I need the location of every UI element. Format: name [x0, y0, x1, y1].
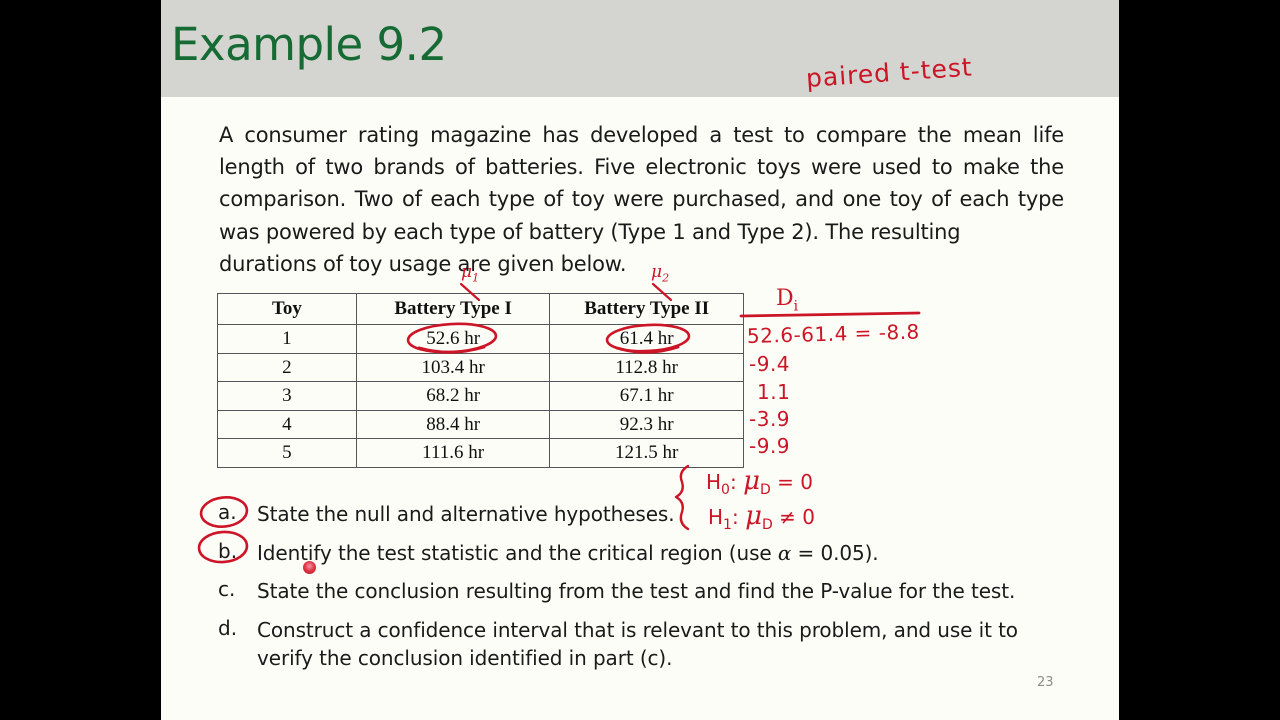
- list-text-d-line1: Construct a confidence interval that is …: [257, 617, 1018, 642]
- cell-toy: 5: [217, 438, 357, 468]
- column-header-battery-type-1: Battery Type I: [355, 293, 551, 325]
- annotation-h0-h: H: [706, 470, 722, 494]
- list-text-d-line2: verify the conclusion identified in part…: [257, 645, 673, 670]
- cell-battery-2: 61.4 hr: [549, 324, 744, 354]
- column-header-toy: Toy: [217, 293, 357, 325]
- screen: Example 9.2 A consumer rating magazine h…: [0, 0, 1280, 720]
- list-marker-a: a.: [218, 500, 237, 524]
- cell-toy: 3: [217, 381, 357, 411]
- problem-statement-text: A consumer rating magazine has developed…: [219, 123, 1064, 244]
- list-text-b-post: = 0.05).: [791, 540, 879, 565]
- annotation-difference-1: 52.6-61.4 = -8.8: [746, 319, 921, 348]
- page-title: Example 9.2: [171, 18, 447, 71]
- annotation-h0-subscript: 0: [721, 482, 730, 498]
- annotation-di-subscript: i: [793, 298, 799, 315]
- list-marker-c: c.: [218, 577, 236, 601]
- annotation-null-hypothesis: H0: μD = 0: [706, 466, 813, 498]
- list-item-b: b. Identify the test statistic and the c…: [211, 539, 1071, 567]
- annotation-di-d: D: [776, 286, 794, 311]
- cell-toy: 4: [217, 409, 357, 439]
- cell-battery-2: 121.5 hr: [549, 438, 744, 468]
- list-text-b: Identify the test statistic and the crit…: [257, 539, 1071, 567]
- table-row: 1 52.6 hr 61.4 hr: [217, 324, 744, 354]
- annotation-difference-2: -9.4: [749, 352, 791, 376]
- list-item-a: a. State the null and alternative hypoth…: [211, 500, 1071, 528]
- slide-canvas: Example 9.2 A consumer rating magazine h…: [161, 0, 1119, 720]
- table-row: 2 103.4 hr 112.8 hr: [217, 352, 744, 382]
- slide-page-number: 23: [1037, 675, 1054, 690]
- annotation-difference-5: -9.9: [749, 434, 791, 458]
- table-row: 4 88.4 hr 92.3 hr: [217, 409, 744, 439]
- annotation-difference-4: -3.9: [749, 407, 791, 431]
- alpha-symbol: α: [777, 540, 792, 565]
- problem-statement: A consumer rating magazine has developed…: [219, 119, 1064, 280]
- list-item-c: c. State the conclusion resulting from t…: [211, 577, 1071, 605]
- list-text-d: Construct a confidence interval that is …: [257, 616, 1071, 672]
- column-header-battery-type-2: Battery Type II: [549, 293, 744, 325]
- annotation-h0-mu-subscript: D: [759, 482, 771, 498]
- list-text-a: State the null and alternative hypothese…: [257, 502, 675, 526]
- list-marker-b: b.: [218, 538, 238, 563]
- question-list: a. State the null and alternative hypoth…: [211, 500, 1071, 682]
- table-row: 5 111.6 hr 121.5 hr: [217, 438, 744, 468]
- table-header-row: Toy Battery Type I Battery Type II: [217, 293, 744, 325]
- problem-statement-lastline: durations of toy usage are given below.: [219, 251, 627, 276]
- cell-battery-1: 103.4 hr: [355, 352, 551, 382]
- cell-battery-2: 112.8 hr: [549, 352, 744, 382]
- cell-battery-1: 52.6 hr: [355, 324, 551, 354]
- cell-battery-1: 88.4 hr: [355, 409, 551, 439]
- cell-battery-1: 68.2 hr: [355, 381, 551, 411]
- annotation-h0-relation: = 0: [777, 470, 813, 494]
- annotation-di-column-label: Di: [776, 286, 798, 314]
- annotation-h0-mu: μ: [743, 466, 760, 496]
- cell-toy: 2: [217, 352, 357, 382]
- list-text-c: State the conclusion resulting from the …: [257, 579, 1016, 603]
- cell-battery-1: 111.6 hr: [355, 438, 551, 468]
- annotation-h0-colon: :: [729, 470, 737, 494]
- battery-data-table: Toy Battery Type I Battery Type II 1 52.…: [217, 293, 744, 468]
- cell-battery-2: 92.3 hr: [549, 409, 744, 439]
- list-item-d: d. Construct a confidence interval that …: [211, 616, 1071, 672]
- cell-toy: 1: [217, 324, 357, 354]
- table-row: 3 68.2 hr 67.1 hr: [217, 381, 744, 411]
- annotation-difference-3: 1.1: [757, 380, 791, 404]
- list-marker-d: d.: [218, 615, 238, 640]
- cell-battery-2: 67.1 hr: [549, 381, 744, 411]
- list-text-b-pre: Identify the test statistic and the crit…: [257, 540, 778, 565]
